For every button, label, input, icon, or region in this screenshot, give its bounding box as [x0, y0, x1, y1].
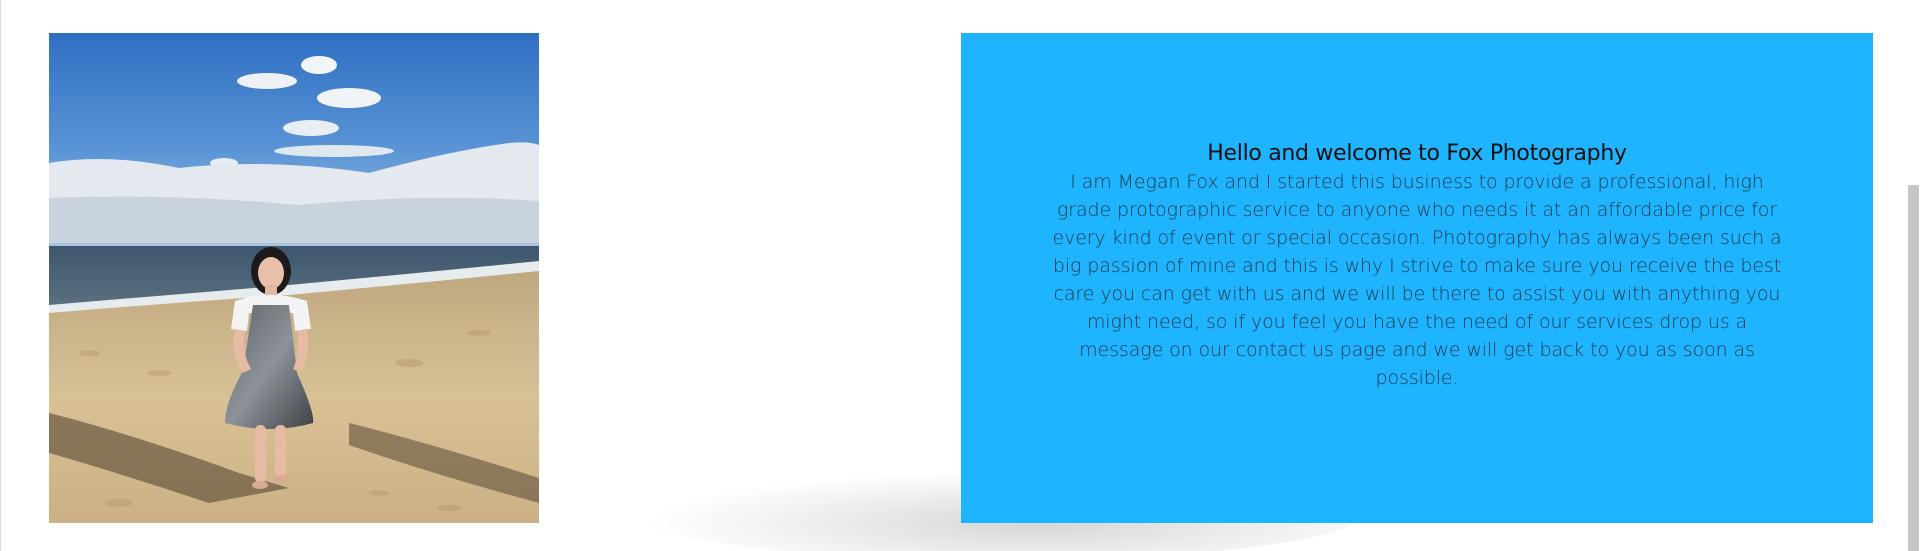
about-content: Hello and welcome to Fox Photography I a…	[1052, 140, 1782, 392]
scrollbar-thumb[interactable]	[1908, 185, 1919, 551]
page: Hello and welcome to Fox Photography I a…	[0, 0, 1922, 551]
about-panel: Hello and welcome to Fox Photography I a…	[961, 33, 1873, 523]
about-paragraph: I am Megan Fox and I started this busine…	[1052, 171, 1782, 389]
left-divider	[0, 0, 1, 551]
woman-on-beach-photo	[49, 33, 539, 523]
about-heading: Hello and welcome to Fox Photography	[1207, 141, 1627, 166]
